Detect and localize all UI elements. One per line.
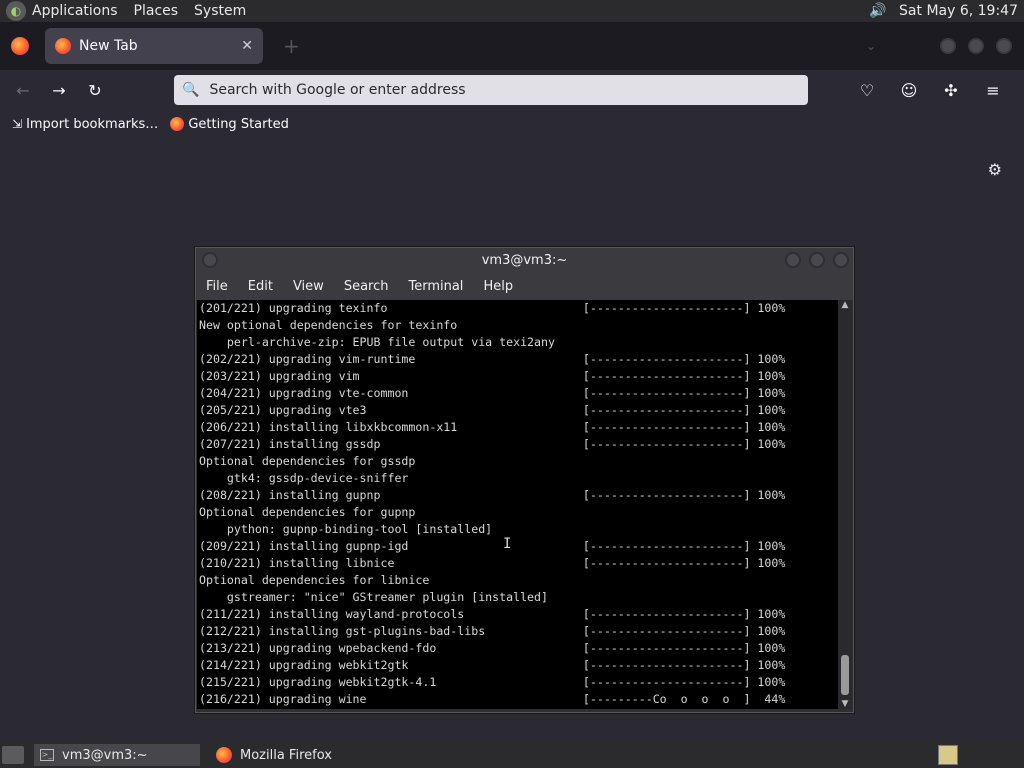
scroll-down-arrow-icon[interactable]: ▼ (838, 699, 852, 709)
menu-terminal[interactable]: Terminal (408, 279, 463, 294)
bottom-panel: >_ vm3@vm3:~ Mozilla Firefox (0, 742, 1024, 768)
terminal-line: (208/221) installing gupnp [------------… (199, 488, 786, 502)
bookmark-label: Import bookmarks… (26, 116, 159, 132)
nav-bar: ← → ↻ 🔍 Search with Google or enter addr… (0, 70, 1024, 110)
terminal-line: gstreamer: "nice" GStreamer plugin [inst… (199, 590, 549, 604)
terminal-line: New optional dependencies for texinfo (199, 318, 458, 332)
scroll-up-arrow-icon[interactable]: ▲ (838, 300, 852, 312)
gear-icon[interactable]: ⚙ (988, 160, 1002, 179)
scroll-thumb[interactable] (841, 655, 849, 695)
close-tab-icon[interactable]: ✕ (241, 38, 253, 54)
menu-edit[interactable]: Edit (248, 279, 273, 294)
bookmark-import[interactable]: ⇲ Import bookmarks… (12, 117, 158, 132)
firefox-icon (170, 117, 185, 131)
bookmark-getting-started[interactable]: Getting Started (170, 117, 289, 132)
terminal-line: python: gupnp-binding-tool [installed] (199, 522, 493, 536)
list-tabs-chevron-icon[interactable]: ⌄ (866, 39, 876, 53)
terminal-line: (216/221) upgrading wine [---------Co o … (199, 692, 786, 706)
terminal-icon: >_ (40, 749, 54, 761)
top-panel: ◐ Applications Places System 🔊 Sat May 6… (0, 0, 1024, 22)
window-menu-button[interactable] (202, 252, 218, 268)
terminal-window: vm3@vm3:~ File Edit View Search Terminal… (195, 247, 854, 713)
terminal-line: Optional dependencies for gupnp (199, 505, 416, 519)
terminal-line: (204/221) upgrading vte-common [--------… (199, 386, 786, 400)
back-arrow-icon[interactable]: ← (8, 75, 38, 105)
terminal-line: Optional dependencies for gssdp (199, 454, 416, 468)
terminal-maximize-button[interactable] (809, 252, 825, 268)
terminal-line: (214/221) upgrading webkit2gtk [--------… (199, 658, 786, 672)
terminal-line: (212/221) installing gst-plugins-bad-lib… (199, 624, 786, 638)
terminal-line: (206/221) installing libxkbcommon-x11 [-… (199, 420, 786, 434)
terminal-line: (207/221) installing gssdp [------------… (199, 437, 786, 451)
tab-strip: New Tab ✕ + ⌄ (0, 22, 1024, 70)
task-label: Mozilla Firefox (240, 747, 332, 763)
task-label: vm3@vm3:~ (62, 747, 148, 763)
terminal-line: (215/221) upgrading webkit2gtk-4.1 [----… (199, 675, 786, 689)
show-desktop-icon[interactable] (2, 746, 24, 764)
menu-hamburger-icon[interactable]: ≡ (978, 75, 1008, 105)
terminal-minimize-button[interactable] (785, 252, 801, 268)
account-icon[interactable]: ☺ (894, 75, 924, 105)
terminal-line: (210/221) installing libnice [----------… (199, 556, 786, 570)
address-bar[interactable]: 🔍 Search with Google or enter address (174, 75, 808, 105)
forward-arrow-icon[interactable]: → (44, 75, 74, 105)
terminal-output[interactable]: (201/221) upgrading texinfo [-----------… (197, 300, 838, 709)
menu-help[interactable]: Help (483, 279, 513, 294)
firefox-window: New Tab ✕ + ⌄ ← → ↻ 🔍 Search with Google… (0, 22, 1024, 138)
distro-logo-icon[interactable]: ◐ (6, 1, 26, 21)
menu-view[interactable]: View (293, 279, 324, 294)
tab-new-tab[interactable]: New Tab ✕ (45, 28, 263, 64)
terminal-titlebar[interactable]: vm3@vm3:~ (196, 248, 853, 272)
maximize-button[interactable] (968, 38, 984, 54)
notes-applet-icon[interactable] (938, 745, 958, 765)
terminal-line: (209/221) installing gupnp-igd [--------… (199, 539, 786, 553)
terminal-line: (203/221) upgrading vim [---------------… (199, 369, 786, 383)
pocket-icon[interactable]: ♡ (852, 75, 882, 105)
applications-menu[interactable]: Applications (32, 3, 118, 19)
task-firefox[interactable]: Mozilla Firefox (210, 744, 338, 766)
bookmarks-toolbar: ⇲ Import bookmarks… Getting Started (0, 110, 1024, 138)
terminal-line: (202/221) upgrading vim-runtime [-------… (199, 352, 786, 366)
terminal-menubar: File Edit View Search Terminal Help (196, 272, 853, 300)
terminal-line: (201/221) upgrading texinfo [-----------… (199, 301, 786, 315)
text-cursor-icon: I (503, 536, 512, 552)
terminal-close-button[interactable] (833, 252, 849, 268)
extensions-icon[interactable]: ✣ (936, 75, 966, 105)
clock[interactable]: Sat May 6, 19:47 (899, 3, 1018, 19)
terminal-line: (213/221) upgrading wpebackend-fdo [----… (199, 641, 786, 655)
tab-title: New Tab (79, 38, 138, 54)
terminal-line: gtk4: gssdp-device-sniffer (199, 471, 409, 485)
firefox-icon (216, 747, 232, 763)
terminal-line: perl-archive-zip: EPUB file output via t… (199, 335, 555, 349)
firefox-view-icon[interactable] (11, 37, 29, 55)
menu-search[interactable]: Search (344, 279, 389, 294)
places-menu[interactable]: Places (134, 3, 179, 19)
minimize-button[interactable] (940, 38, 956, 54)
bookmark-label: Getting Started (188, 116, 289, 132)
terminal-line: (205/221) upgrading vte3 [--------------… (199, 403, 786, 417)
close-window-button[interactable] (996, 38, 1012, 54)
menu-file[interactable]: File (206, 279, 228, 294)
address-placeholder: Search with Google or enter address (209, 82, 466, 98)
terminal-line: Optional dependencies for libnice (199, 573, 430, 587)
terminal-scrollbar[interactable]: ▲ ▼ (838, 300, 852, 709)
reload-icon[interactable]: ↻ (80, 75, 110, 105)
new-tab-button[interactable]: + (283, 34, 300, 58)
search-icon: 🔍 (182, 82, 200, 98)
task-terminal[interactable]: >_ vm3@vm3:~ (34, 744, 200, 766)
terminal-title: vm3@vm3:~ (481, 252, 568, 268)
terminal-line: (211/221) installing wayland-protocols [… (199, 607, 786, 621)
firefox-icon (55, 38, 71, 54)
volume-icon[interactable]: 🔊 (867, 3, 889, 19)
system-menu[interactable]: System (194, 3, 246, 19)
import-icon: ⇲ (12, 117, 23, 131)
